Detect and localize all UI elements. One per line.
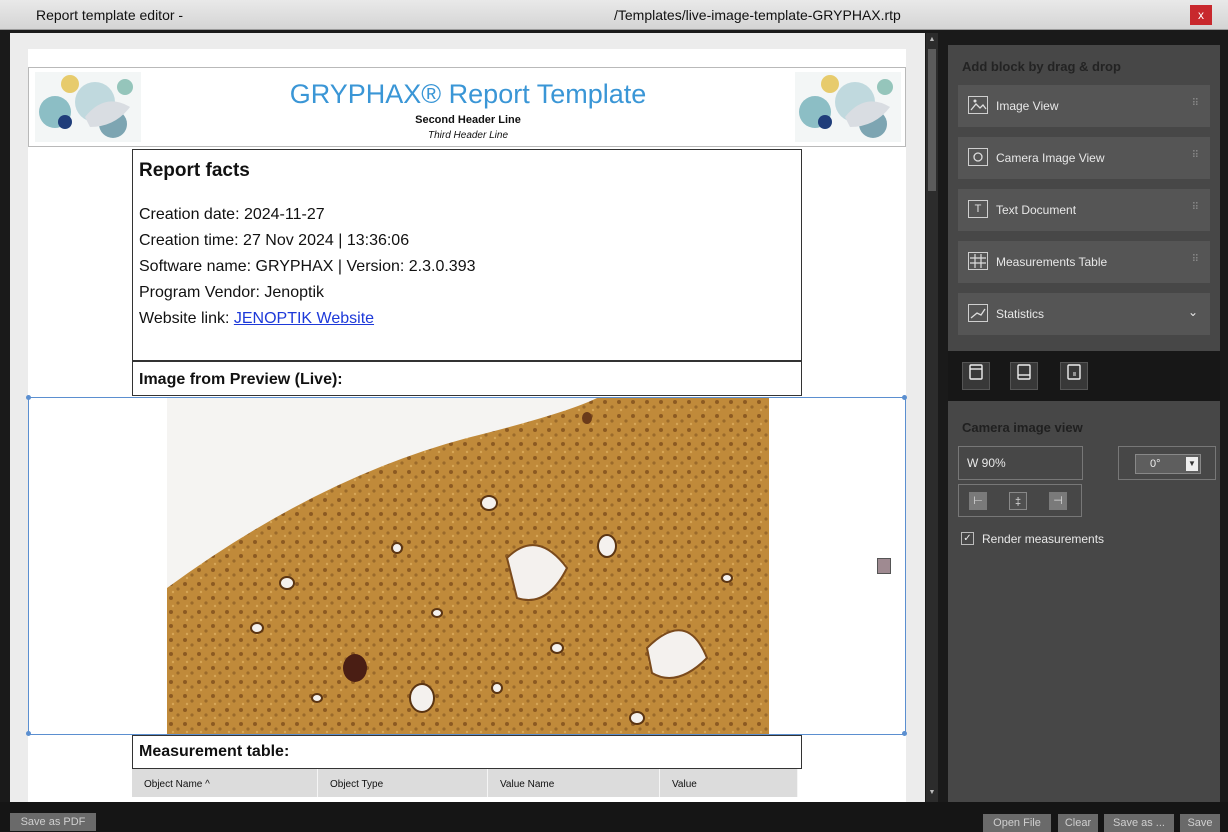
block-statistics[interactable]: Statistics ⌄ bbox=[958, 293, 1210, 335]
canvas-scrollbar[interactable]: ▲ ▼ bbox=[926, 33, 938, 802]
camera-icon bbox=[968, 148, 988, 166]
selection-handle-bottom-right[interactable] bbox=[902, 731, 907, 736]
align-right-icon[interactable]: ⊣ bbox=[1049, 492, 1067, 510]
drag-grip-icon[interactable]: ⠿ bbox=[1192, 98, 1199, 109]
document-canvas[interactable]: GRYPHAX® Report Template Second Header L… bbox=[10, 33, 925, 802]
save-as-button[interactable]: Save as ... bbox=[1104, 814, 1174, 832]
page-number-icon[interactable] bbox=[1060, 362, 1088, 390]
rotation-value: 0° bbox=[1150, 458, 1161, 470]
block-panel: Add block by drag & drop Image View ⠿ Ca… bbox=[948, 45, 1220, 802]
drag-grip-icon[interactable]: ⠿ bbox=[1192, 150, 1199, 161]
chart-icon bbox=[968, 304, 988, 322]
align-center-icon[interactable]: ‡ bbox=[1009, 492, 1027, 510]
website-link[interactable]: JENOPTIK Website bbox=[234, 310, 374, 327]
measurement-table-header: Object Name ^ Object Type Value Name Val… bbox=[132, 769, 798, 797]
website-prefix: Website link: bbox=[139, 310, 234, 327]
save-button[interactable]: Save bbox=[1180, 814, 1220, 832]
text-icon: T bbox=[968, 200, 988, 218]
block-measurements-table[interactable]: Measurements Table ⠿ bbox=[958, 241, 1210, 283]
block-text-document[interactable]: T Text Document ⠿ bbox=[958, 189, 1210, 231]
fact-website: Website link: JENOPTIK Website bbox=[139, 310, 374, 328]
rotation-select[interactable]: 0° ▼ bbox=[1135, 454, 1201, 474]
block-camera-image-view[interactable]: Camera Image View ⠿ bbox=[958, 137, 1210, 179]
header-third-line: Third Header Line bbox=[427, 130, 509, 141]
width-input[interactable]: W 90% bbox=[958, 446, 1083, 480]
chevron-down-icon[interactable]: ⌄ bbox=[1188, 305, 1198, 319]
column-object-name[interactable]: Object Name ^ bbox=[132, 769, 318, 797]
microscope-image bbox=[167, 398, 769, 734]
block-label: Text Document bbox=[996, 203, 1077, 217]
fact-vendor: Program Vendor: Jenoptik bbox=[139, 284, 324, 301]
report-header[interactable]: GRYPHAX® Report Template Second Header L… bbox=[28, 67, 906, 147]
column-object-type[interactable]: Object Type bbox=[318, 769, 488, 797]
render-measurements-checkbox[interactable]: ✓ bbox=[961, 532, 974, 545]
header-title: GRYPHAX® Report Template bbox=[289, 79, 647, 109]
block-image-view[interactable]: Image View ⠿ bbox=[958, 85, 1210, 127]
open-file-button[interactable]: Open File bbox=[983, 814, 1051, 832]
clear-button[interactable]: Clear bbox=[1058, 814, 1098, 832]
panel-title: Add block by drag & drop bbox=[962, 59, 1121, 74]
window-title: Report template editor - bbox=[36, 7, 184, 23]
resize-handle[interactable] bbox=[877, 558, 891, 574]
save-as-pdf-button[interactable]: Save as PDF bbox=[10, 813, 96, 831]
page-toolbar bbox=[948, 351, 1220, 401]
selection-handle-top-left[interactable] bbox=[26, 395, 31, 400]
facts-title: Report facts bbox=[139, 160, 250, 181]
header-second-line: Second Header Line bbox=[415, 114, 521, 126]
scroll-down-icon[interactable]: ▼ bbox=[928, 788, 936, 798]
block-label: Measurements Table bbox=[996, 255, 1108, 269]
width-value: W 90% bbox=[967, 456, 1006, 470]
measurement-title: Measurement table: bbox=[139, 743, 290, 760]
dropdown-arrow-icon[interactable]: ▼ bbox=[1186, 457, 1198, 471]
render-measurements-label: Render measurements bbox=[982, 532, 1105, 546]
align-left-icon[interactable]: ⊢ bbox=[969, 492, 987, 510]
camera-view-title: Camera image view bbox=[962, 420, 1083, 435]
measurement-title-block[interactable]: Measurement table: bbox=[132, 735, 802, 769]
block-label: Statistics bbox=[996, 307, 1045, 321]
column-value[interactable]: Value bbox=[660, 769, 798, 797]
drag-grip-icon[interactable]: ⠿ bbox=[1192, 202, 1199, 213]
block-label: Camera Image View bbox=[996, 151, 1105, 165]
window-titlebar: Report template editor - /Templates/live… bbox=[0, 0, 1228, 30]
drag-grip-icon[interactable]: ⠿ bbox=[1192, 254, 1199, 265]
template-path: /Templates/live-image-template-GRYPHAX.r… bbox=[614, 7, 901, 23]
rotation-field: 0° ▼ bbox=[1118, 446, 1216, 480]
camera-image-block[interactable] bbox=[26, 395, 907, 736]
preview-title-block[interactable]: Image from Preview (Live): bbox=[132, 361, 802, 396]
selection-handle-bottom-left[interactable] bbox=[26, 731, 31, 736]
table-icon bbox=[968, 252, 988, 270]
column-value-name[interactable]: Value Name bbox=[488, 769, 660, 797]
selection-handle-top-right[interactable] bbox=[902, 395, 907, 400]
alignment-group: ⊢ ‡ ⊣ bbox=[958, 484, 1082, 517]
page-header-icon[interactable] bbox=[962, 362, 990, 390]
preview-title: Image from Preview (Live): bbox=[139, 371, 343, 388]
report-facts-block[interactable]: Report facts Creation date: 2024-11-27 C… bbox=[132, 149, 802, 361]
image-icon bbox=[968, 96, 988, 114]
block-label: Image View bbox=[996, 99, 1059, 113]
close-button[interactable]: x bbox=[1190, 5, 1212, 25]
header-logo-right bbox=[795, 72, 901, 142]
fact-creation-date: Creation date: 2024-11-27 bbox=[139, 206, 325, 223]
fact-creation-time: Creation time: 27 Nov 2024 | 13:36:06 bbox=[139, 232, 410, 249]
fact-software: Software name: GRYPHAX | Version: 2.3.0.… bbox=[139, 258, 476, 275]
scrollbar-thumb[interactable] bbox=[928, 49, 936, 191]
scroll-up-icon[interactable]: ▲ bbox=[928, 35, 936, 45]
page-footer-icon[interactable] bbox=[1010, 362, 1038, 390]
report-page: GRYPHAX® Report Template Second Header L… bbox=[26, 49, 907, 802]
